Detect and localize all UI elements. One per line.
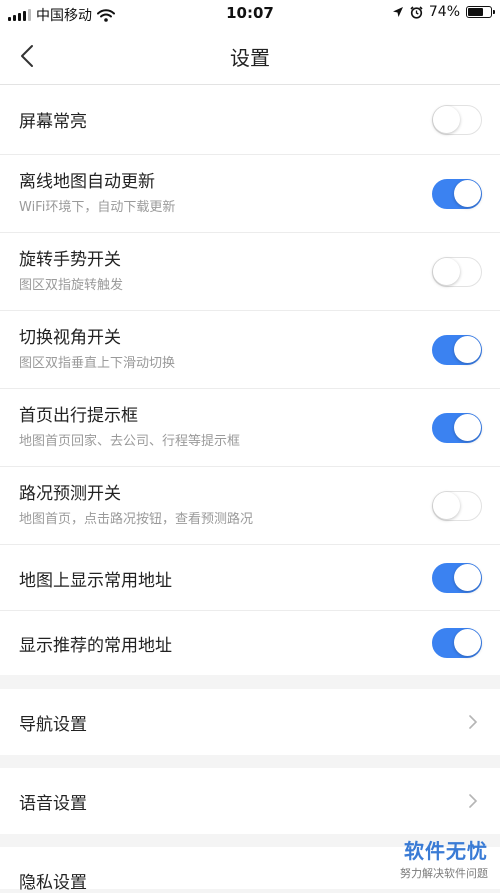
status-right: 74% bbox=[392, 4, 495, 20]
watermark: 软件无忧 努力解决软件问题 bbox=[400, 835, 488, 881]
view-angle-toggle[interactable] bbox=[432, 335, 482, 365]
setting-title: 地图上显示常用地址 bbox=[19, 571, 172, 591]
battery-icon bbox=[466, 6, 495, 18]
chevron-right-icon bbox=[469, 715, 478, 729]
home-tip-box-toggle[interactable] bbox=[432, 413, 482, 443]
nav-settings-row[interactable]: 导航设置 bbox=[0, 689, 500, 755]
setting-row-traffic-forecast: 路况预测开关 地图首页，点击路况按钮，查看预测路况 bbox=[0, 467, 500, 545]
setting-subtitle: 图区双指旋转触发 bbox=[19, 278, 124, 293]
battery-level bbox=[468, 8, 483, 16]
setting-title: 旋转手势开关 bbox=[19, 250, 121, 270]
toggle-knob bbox=[454, 180, 481, 207]
privacy-settings-label: 隐私设置 bbox=[19, 873, 87, 893]
setting-title: 路况预测开关 bbox=[19, 484, 121, 504]
setting-row-show-common-address: 地图上显示常用地址 bbox=[0, 545, 500, 611]
chevron-right-icon bbox=[469, 794, 478, 808]
battery-percent: 74% bbox=[428, 4, 460, 20]
setting-title: 显示推荐的常用地址 bbox=[19, 636, 172, 656]
rotate-gesture-toggle[interactable] bbox=[432, 257, 482, 287]
setting-subtitle: 地图首页回家、去公司、行程等提示框 bbox=[19, 434, 241, 449]
setting-title: 屏幕常亮 bbox=[19, 112, 87, 132]
toggle-knob bbox=[454, 629, 481, 656]
traffic-forecast-toggle[interactable] bbox=[432, 491, 482, 521]
page-title: 设置 bbox=[230, 46, 270, 70]
setting-row-view-angle: 切换视角开关 图区双指垂直上下滑动切换 bbox=[0, 311, 500, 389]
toggle-knob bbox=[433, 106, 460, 133]
setting-row-home-tip-box: 首页出行提示框 地图首页回家、去公司、行程等提示框 bbox=[0, 389, 500, 467]
recommended-address-toggle[interactable] bbox=[432, 628, 482, 658]
screen-on-toggle[interactable] bbox=[432, 105, 482, 135]
watermark-subtitle: 努力解决软件问题 bbox=[400, 867, 488, 880]
setting-row-rotate-gesture: 旋转手势开关 图区双指旋转触发 bbox=[0, 233, 500, 311]
status-bar: 中国移动 10:07 74% bbox=[0, 0, 500, 27]
toggle-settings-group: 屏幕常亮 离线地图自动更新 WiFi环境下，自动下载更新 旋转手势开关 图区双指… bbox=[0, 85, 500, 675]
toggle-knob bbox=[454, 336, 481, 363]
toggle-knob bbox=[433, 492, 460, 519]
setting-row-offline-map-update: 离线地图自动更新 WiFi环境下，自动下载更新 bbox=[0, 155, 500, 233]
toggle-knob bbox=[433, 258, 460, 285]
setting-title: 切换视角开关 bbox=[19, 328, 121, 348]
show-common-address-toggle[interactable] bbox=[432, 563, 482, 593]
voice-settings-label: 语音设置 bbox=[19, 794, 87, 814]
setting-subtitle: 地图首页，点击路况按钮，查看预测路况 bbox=[19, 512, 254, 527]
setting-subtitle: 图区双指垂直上下滑动切换 bbox=[19, 356, 176, 371]
setting-row-recommended-address: 显示推荐的常用地址 bbox=[0, 611, 500, 675]
offline-map-update-toggle[interactable] bbox=[432, 179, 482, 209]
nav-settings-label: 导航设置 bbox=[19, 715, 87, 735]
voice-settings-row[interactable]: 语音设置 bbox=[0, 768, 500, 834]
setting-title: 离线地图自动更新 bbox=[19, 172, 155, 192]
setting-subtitle: WiFi环境下，自动下载更新 bbox=[19, 200, 176, 215]
setting-title: 首页出行提示框 bbox=[19, 406, 138, 426]
location-arrow-icon bbox=[392, 7, 403, 17]
alarm-icon bbox=[410, 5, 423, 19]
watermark-title: 软件无忧 bbox=[404, 839, 488, 863]
setting-row-screen-on: 屏幕常亮 bbox=[0, 85, 500, 155]
nav-bar: 设置 bbox=[0, 27, 500, 85]
toggle-knob bbox=[454, 564, 481, 591]
toggle-knob bbox=[454, 414, 481, 441]
